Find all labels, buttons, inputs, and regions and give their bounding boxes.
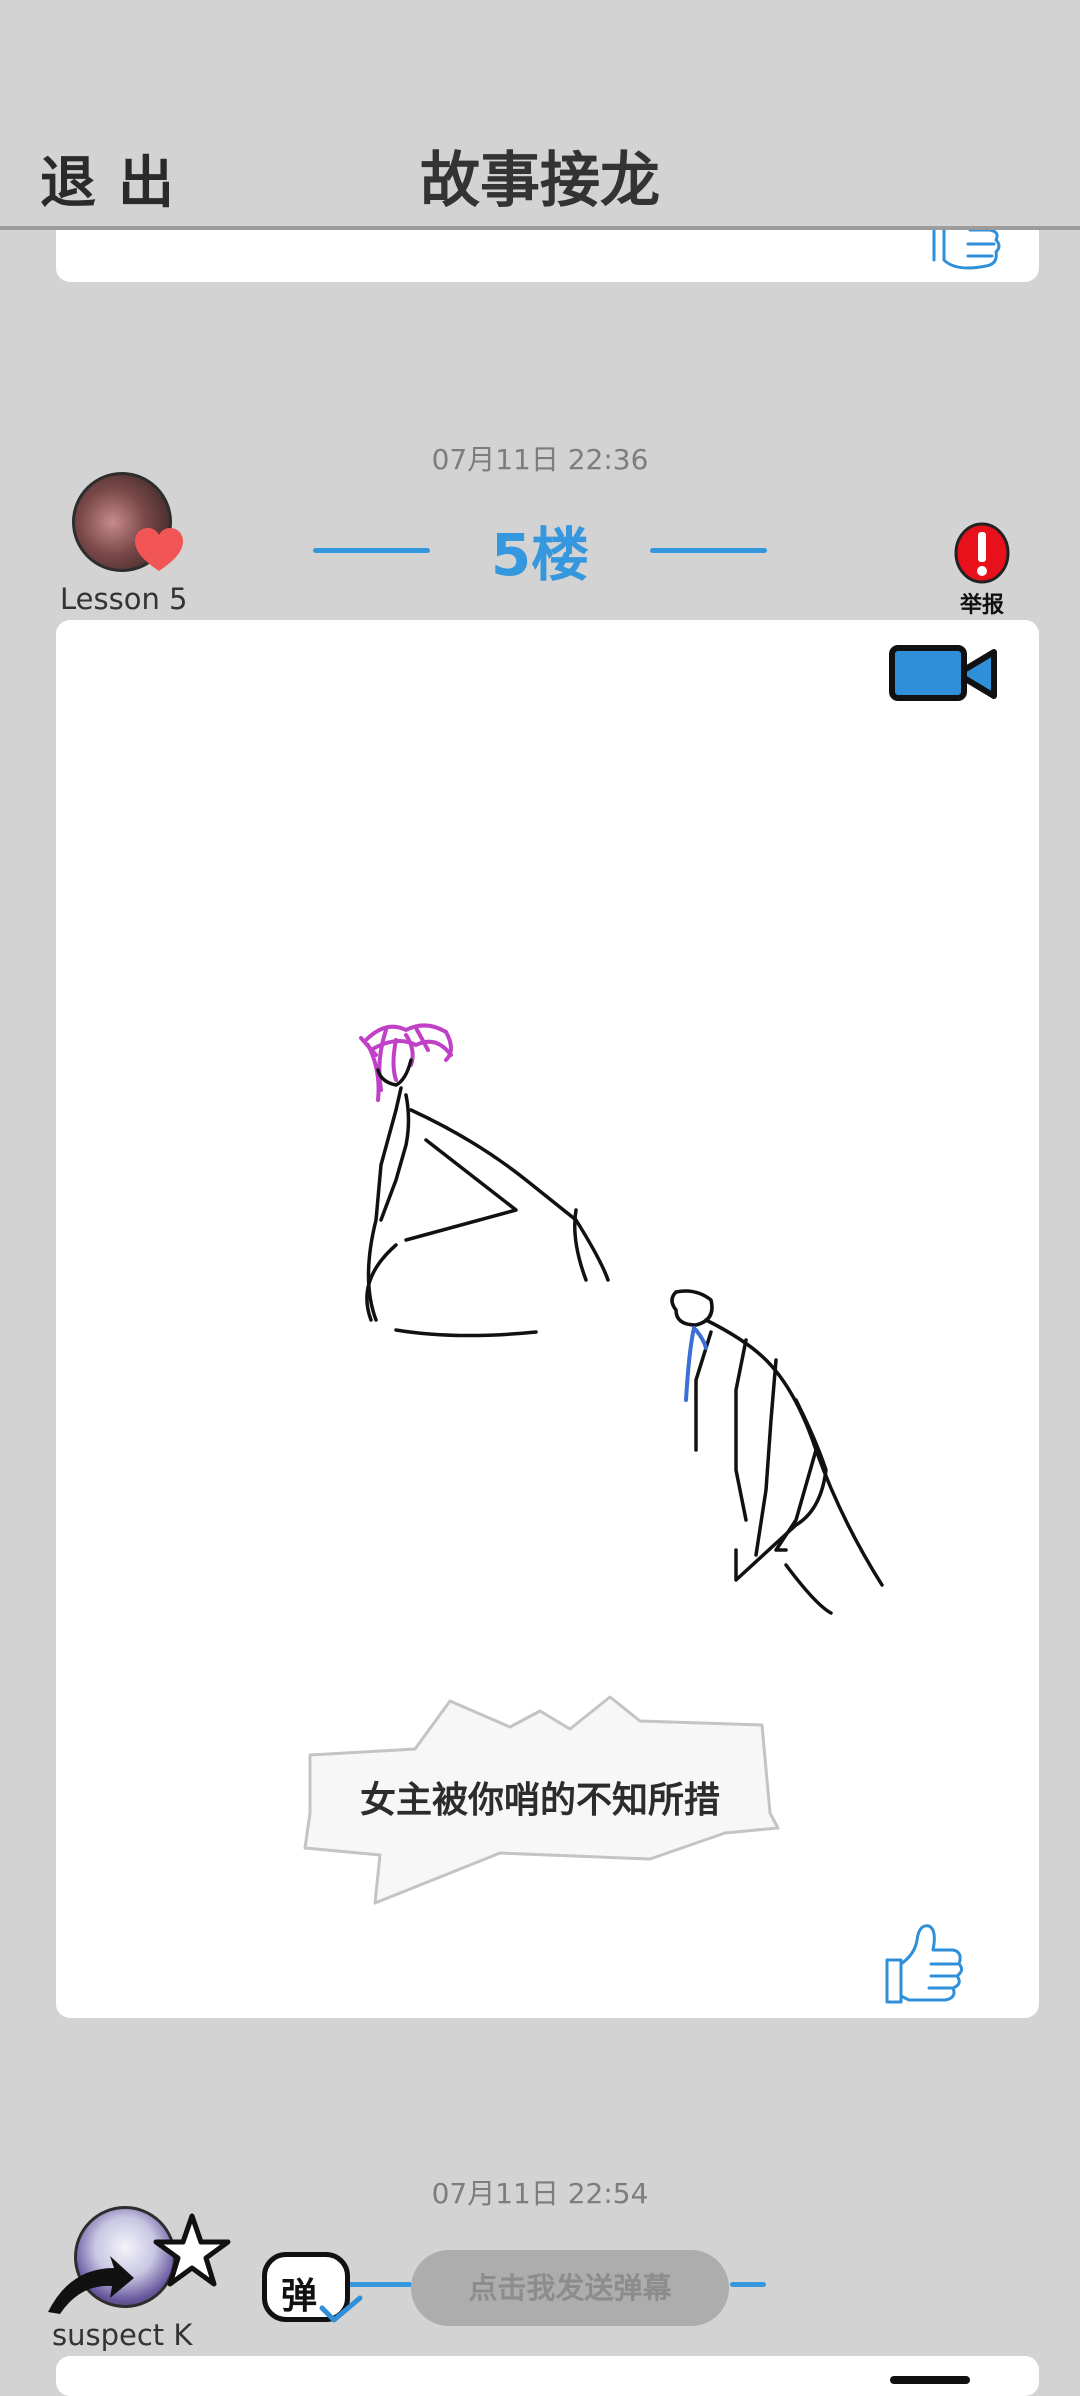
post-timestamp: 07月11日 22:54 xyxy=(431,2177,649,2210)
checkmark-icon xyxy=(319,2295,363,2323)
author-name[interactable]: Lesson 5 xyxy=(60,582,188,616)
report-button[interactable]: 举报 xyxy=(950,587,1014,619)
floor-divider-left xyxy=(313,548,430,553)
arrow-icon xyxy=(48,2256,134,2314)
danmaku-stamp: 弹 xyxy=(281,2276,318,2317)
caption-bubble: 女主被你哨的不知所措 xyxy=(300,1693,780,1908)
floor-divider-right xyxy=(650,548,767,553)
page-title: 故事接龙 xyxy=(420,146,660,216)
send-danmaku-button[interactable]: 点击我发送弹幕 xyxy=(411,2250,729,2326)
heart-icon[interactable] xyxy=(133,526,185,574)
floor-divider-right xyxy=(730,2282,766,2287)
thumbs-up-icon[interactable] xyxy=(881,1920,963,2006)
header-divider xyxy=(0,226,1080,230)
post-timestamp: 07月11日 22:36 xyxy=(431,443,649,476)
caption-text: 女主被你哨的不知所措 xyxy=(359,1780,720,1821)
next-post-card xyxy=(56,2356,1039,2396)
alert-icon[interactable] xyxy=(953,522,1011,584)
video-camera-icon[interactable] xyxy=(890,2376,970,2384)
floor-label: 5楼 xyxy=(490,521,590,589)
top-bar: 退出 故事接龙 xyxy=(0,0,1080,230)
star-icon[interactable] xyxy=(152,2210,232,2290)
author-name[interactable]: suspect K xyxy=(52,2318,192,2352)
